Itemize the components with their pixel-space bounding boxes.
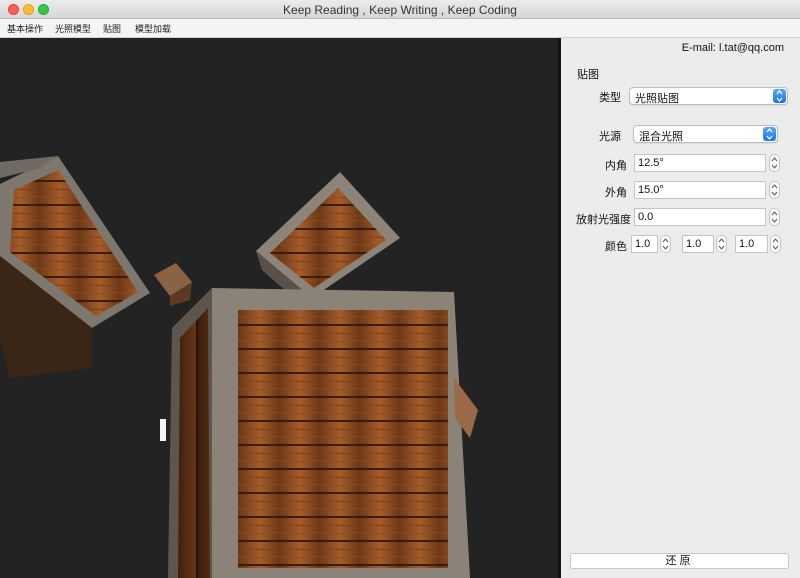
outer-angle-spinbox[interactable]: 15.0°: [634, 181, 780, 199]
light-source-value: 混合光照: [639, 131, 683, 143]
color-b-value: 1.0: [739, 238, 755, 250]
color-r-input[interactable]: 1.0: [631, 235, 658, 253]
outer-angle-label: 外角: [605, 187, 627, 199]
stepper-arrows-icon: [772, 238, 779, 250]
crate-top: [256, 172, 400, 300]
menu-bar: 基本操作 光照模型 贴图 模型加载: [0, 19, 800, 38]
menu-basic-operations[interactable]: 基本操作: [7, 22, 43, 35]
window-title: Keep Reading , Keep Writing , Keep Codin…: [283, 3, 517, 17]
stepper-arrows-icon: [718, 238, 725, 250]
color-g-value: 1.0: [686, 238, 702, 250]
type-select-value: 光照贴图: [635, 93, 679, 105]
color-g-input[interactable]: 1.0: [682, 235, 714, 253]
outer-angle-stepper[interactable]: [769, 181, 780, 199]
light-source-select[interactable]: 混合光照: [633, 125, 778, 143]
color-b-spinbox[interactable]: 1.0: [735, 235, 781, 253]
inner-angle-input[interactable]: 12.5°: [634, 154, 766, 172]
crate-small: [154, 263, 192, 306]
stepper-arrows-icon: [771, 184, 778, 196]
inner-angle-label: 内角: [605, 160, 627, 172]
emission-input[interactable]: 0.0: [634, 208, 766, 226]
emission-stepper[interactable]: [769, 208, 780, 226]
color-g-spinbox[interactable]: 1.0: [682, 235, 727, 253]
inner-angle-stepper[interactable]: [769, 154, 780, 172]
color-r-spinbox[interactable]: 1.0: [631, 235, 671, 253]
title-bar: Keep Reading , Keep Writing , Keep Codin…: [0, 0, 800, 19]
emission-value: 0.0: [638, 211, 654, 223]
chevron-updown-icon: [763, 127, 776, 141]
light-source-label: 光源: [599, 131, 621, 143]
color-b-stepper[interactable]: [770, 235, 781, 253]
crate-left: [0, 156, 150, 378]
menu-model-loading[interactable]: 模型加载: [135, 22, 171, 35]
reset-button[interactable]: 还原: [570, 553, 789, 569]
color-label: 颜色: [605, 241, 627, 253]
crate-scene: [0, 156, 478, 578]
stepper-arrows-icon: [662, 238, 669, 250]
color-r-stepper[interactable]: [660, 235, 671, 253]
stepper-arrows-icon: [771, 157, 778, 169]
outer-angle-input[interactable]: 15.0°: [634, 181, 766, 199]
email-label: E-mail: l.tat@qq.com: [681, 42, 784, 54]
render-viewport[interactable]: [0, 38, 558, 578]
menu-texture[interactable]: 贴图: [103, 22, 121, 35]
menu-lighting-model[interactable]: 光照模型: [55, 22, 91, 35]
color-b-input[interactable]: 1.0: [735, 235, 768, 253]
section-title: 贴图: [577, 69, 599, 81]
emission-spinbox[interactable]: 0.0: [634, 208, 780, 226]
crate-main: [160, 288, 478, 578]
control-panel: E-mail: l.tat@qq.com 贴图 类型 光照贴图 光源 混合光照 …: [561, 38, 800, 578]
color-r-value: 1.0: [635, 238, 651, 250]
color-g-stepper[interactable]: [716, 235, 727, 253]
inner-angle-value: 12.5°: [638, 157, 664, 169]
inner-angle-spinbox[interactable]: 12.5°: [634, 154, 780, 172]
type-label: 类型: [599, 92, 621, 104]
outer-angle-value: 15.0°: [638, 184, 664, 196]
emission-label: 放射光强度: [576, 214, 631, 226]
stepper-arrows-icon: [771, 211, 778, 223]
chevron-updown-icon: [773, 89, 786, 103]
type-select[interactable]: 光照贴图: [629, 87, 788, 105]
